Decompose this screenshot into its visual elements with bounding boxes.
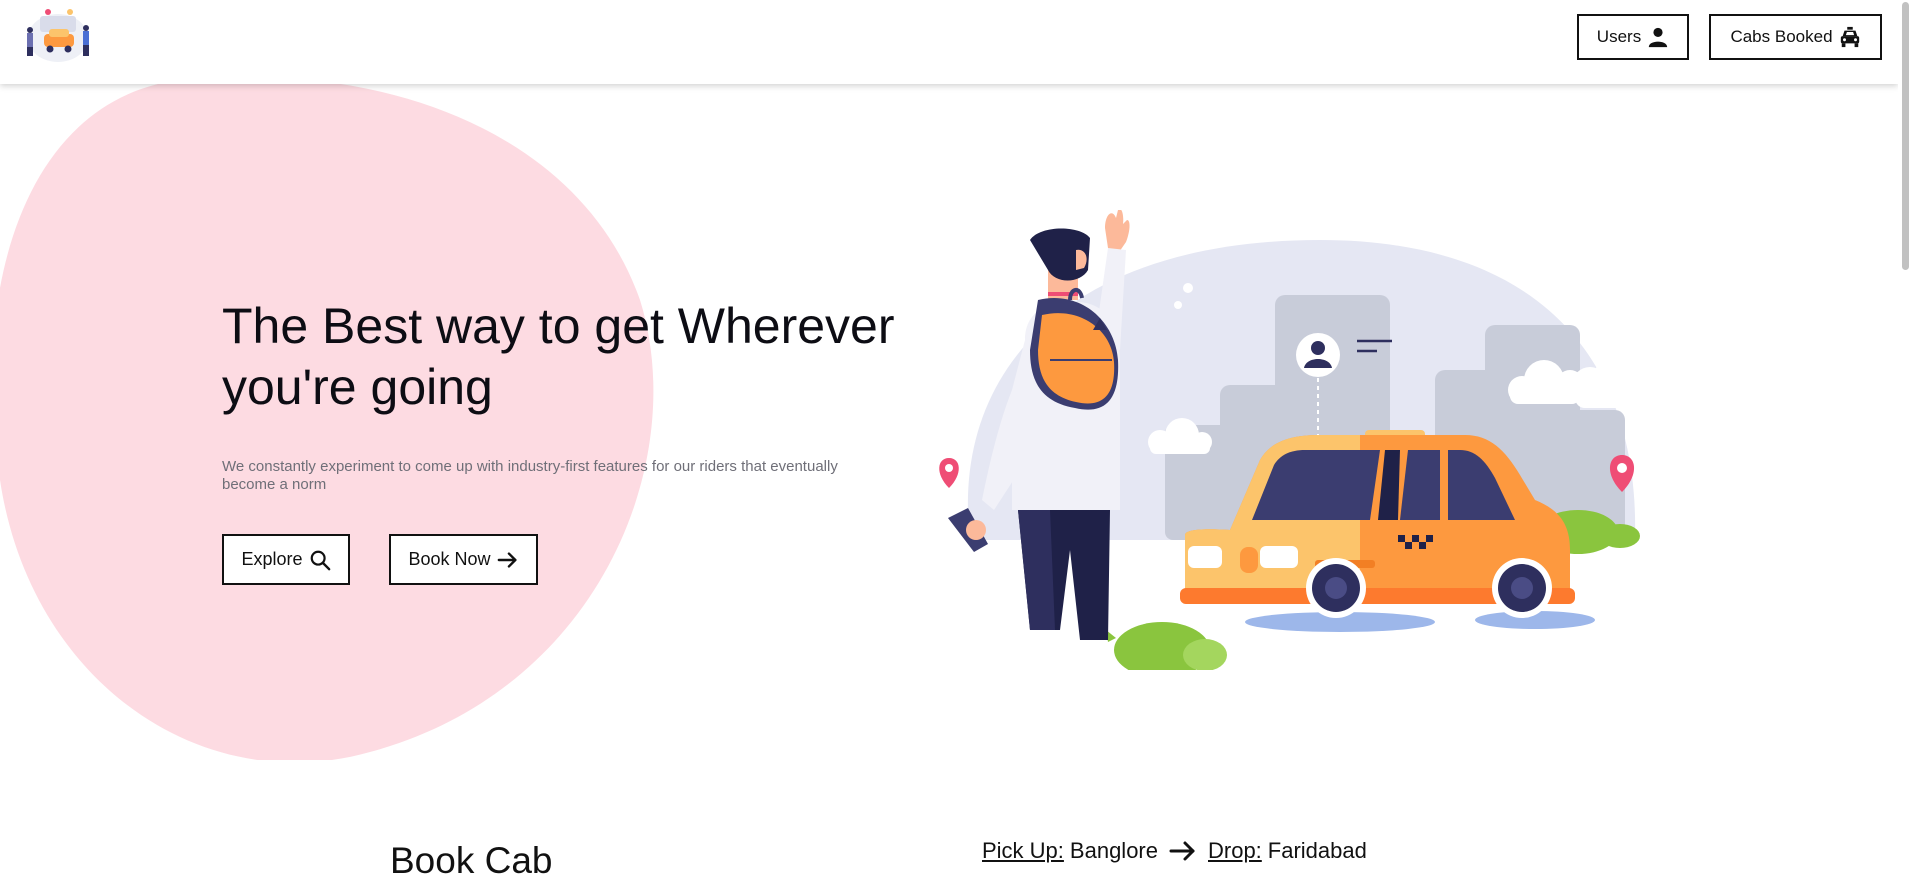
cabs-booked-label: Cabs Booked <box>1730 27 1833 46</box>
drop-value: Faridabad <box>1267 838 1367 863</box>
users-button[interactable]: Users <box>1577 14 1689 60</box>
drop-label: Drop: <box>1208 838 1262 863</box>
explore-label: Explore <box>241 549 303 569</box>
users-label: Users <box>1596 27 1642 46</box>
cabs-booked-button[interactable]: Cabs Booked <box>1709 14 1882 60</box>
book-cab-heading: Book Cab <box>390 840 553 876</box>
navbar: Users Cabs Booked <box>0 0 1898 84</box>
pickup-value: Banglore <box>1069 838 1158 863</box>
arrow-right-icon <box>497 551 517 568</box>
hero-subtitle: We constantly experiment to come up with… <box>222 458 838 493</box>
explore-button[interactable]: Explore <box>222 534 350 585</box>
user-icon <box>1649 27 1668 48</box>
hero-title: The Best way to get Wherever you're goin… <box>222 298 895 415</box>
book-now-button[interactable]: Book Now <box>389 534 538 585</box>
scrollbar-thumb[interactable] <box>1902 2 1909 270</box>
pickup-label: Pick Up: <box>982 838 1064 863</box>
search-icon <box>310 550 330 570</box>
arrow-right-icon <box>1169 841 1195 861</box>
taxi-icon <box>1840 26 1859 48</box>
scrollbar[interactable] <box>1898 0 1913 876</box>
book-now-label: Book Now <box>408 549 491 569</box>
page: Users Cabs Booked The Best way to get Wh… <box>0 0 1913 876</box>
taxi-hailing-illustration <box>939 210 1646 670</box>
route-summary: Pick Up: Banglore Drop: Faridabad <box>982 838 1367 864</box>
logo[interactable] <box>18 4 98 64</box>
